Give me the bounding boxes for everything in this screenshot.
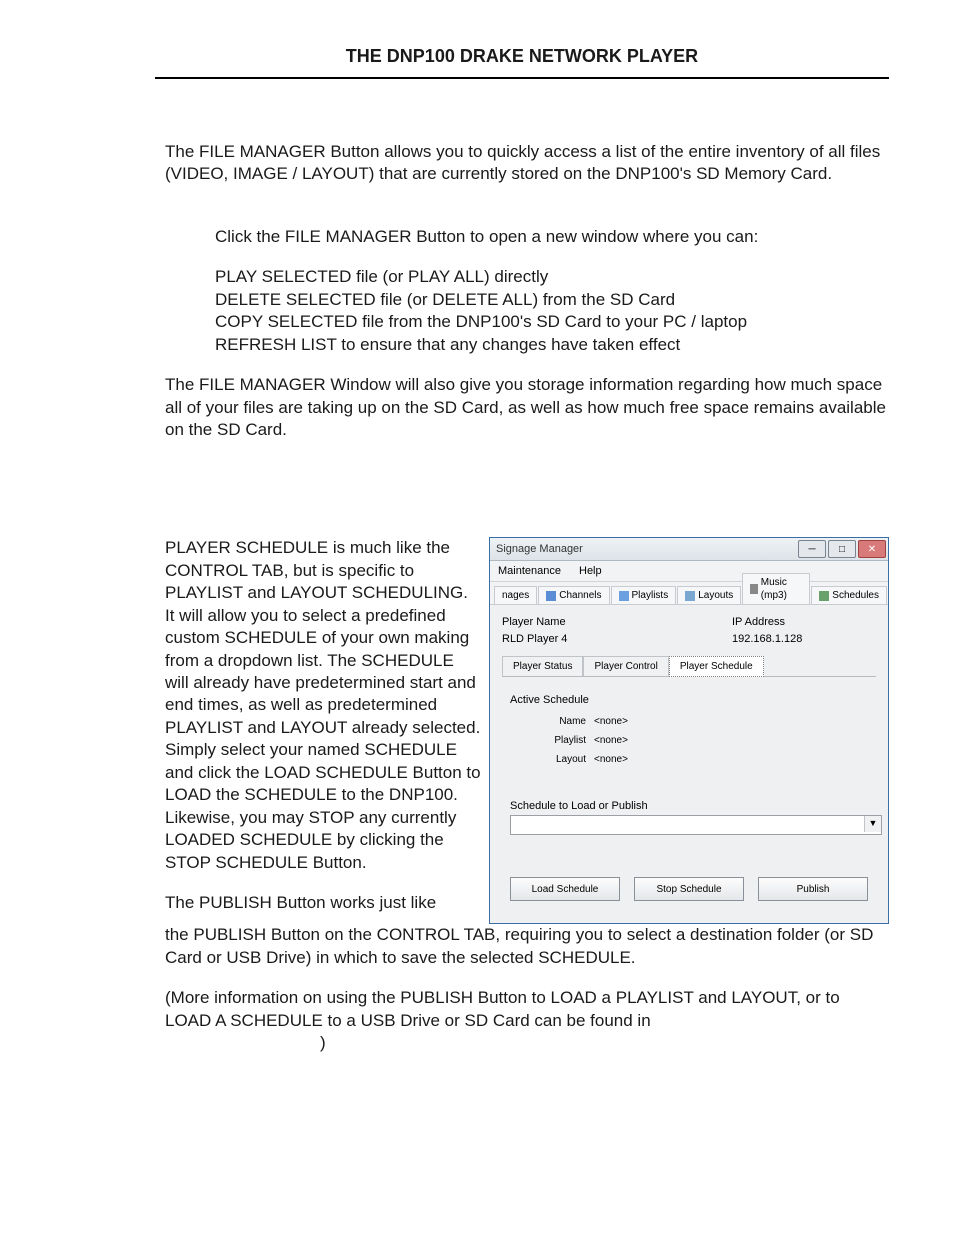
paragraph: ) [320,1032,889,1054]
tab-schedules[interactable]: Schedules [811,586,887,604]
list-item: REFRESH LIST to ensure that any changes … [215,334,889,356]
player-name-label: Player Name [502,615,732,630]
layout-value: <none> [594,753,628,766]
paragraph: the PUBLISH Button on the CONTROL TAB, r… [165,924,889,969]
music-icon [750,584,758,594]
paragraph: The FILE MANAGER Button allows you to qu… [165,141,889,186]
list-item: COPY SELECTED file from the DNP100's SD … [215,311,889,333]
maximize-button[interactable]: □ [828,540,856,558]
subtab-player-schedule[interactable]: Player Schedule [669,656,764,676]
name-value: <none> [594,715,628,728]
subtab-player-control[interactable]: Player Control [583,656,668,675]
channels-icon [546,591,556,601]
tab-layouts[interactable]: Layouts [677,586,741,604]
subtab-player-status[interactable]: Player Status [502,656,583,675]
tab-playlists[interactable]: Playlists [611,586,677,604]
list-item: DELETE SELECTED file (or DELETE ALL) fro… [215,289,889,311]
ip-address-label: IP Address [732,615,785,630]
layouts-icon [685,591,695,601]
minimize-button[interactable]: ─ [798,540,826,558]
active-schedule-title: Active Schedule [510,693,872,708]
tab-music[interactable]: Music (mp3) [742,573,810,604]
load-schedule-button[interactable]: Load Schedule [510,877,620,901]
menubar: Maintenance Help [490,561,888,582]
menu-maintenance[interactable]: Maintenance [498,564,561,579]
paragraph: The FILE MANAGER Window will also give y… [165,374,889,441]
app-window: Signage Manager ─ □ ✕ Maintenance Help n… [489,537,889,924]
tab-channels[interactable]: Channels [538,586,609,604]
publish-button[interactable]: Publish [758,877,868,901]
close-button[interactable]: ✕ [858,540,886,558]
layout-label: Layout [538,753,586,766]
paragraph: The PUBLISH Button works just like [165,892,481,914]
menu-help[interactable]: Help [579,564,602,579]
paragraph: PLAYER SCHEDULE is much like the CONTROL… [165,537,481,851]
playlist-label: Playlist [538,734,586,747]
schedules-icon [819,591,829,601]
page-header: THE DNP100 DRAKE NETWORK PLAYER [155,0,889,79]
chevron-down-icon: ▼ [864,816,881,832]
paragraph: (More information on using the PUBLISH B… [165,987,889,1032]
top-tabbar: nages Channels Playlists Layouts Music (… [490,582,888,605]
subtab-bar: Player Status Player Control Player Sche… [502,656,876,676]
paragraph: Click the FILE MANAGER Button to open a … [215,226,889,248]
paragraph: STOP SCHEDULE Button. [165,852,481,874]
playlist-value: <none> [594,734,628,747]
ip-address-value: 192.168.1.128 [732,632,802,647]
load-group-title: Schedule to Load or Publish [510,799,872,814]
name-label: Name [538,715,586,728]
list-item: PLAY SELECTED file (or PLAY ALL) directl… [215,266,889,288]
window-title: Signage Manager [496,542,796,557]
schedule-dropdown[interactable]: ▼ [510,815,882,835]
playlists-icon [619,591,629,601]
stop-schedule-button[interactable]: Stop Schedule [634,877,744,901]
tab-nages[interactable]: nages [494,586,537,604]
titlebar: Signage Manager ─ □ ✕ [490,538,888,561]
player-name-value: RLD Player 4 [502,632,732,647]
